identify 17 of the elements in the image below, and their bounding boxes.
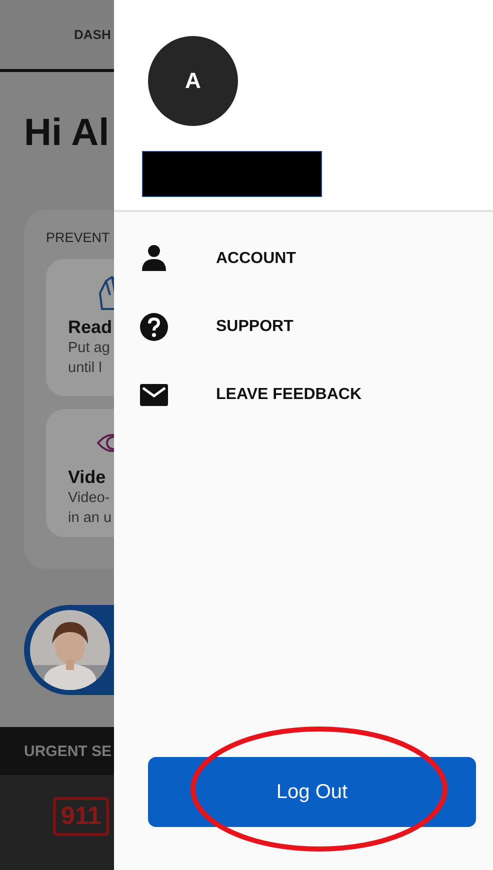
- logout-button[interactable]: Log Out: [148, 757, 476, 827]
- card-text: until l: [68, 359, 103, 378]
- card-title: Read: [68, 317, 114, 338]
- help-icon: [139, 312, 169, 342]
- menu-item[interactable]: LEAVE FEEDBACK: [114, 361, 493, 429]
- card-title: Vide: [68, 467, 107, 488]
- urgent-heading: URGENT SE: [24, 742, 112, 760]
- menu-item[interactable]: SUPPORT: [114, 293, 493, 361]
- tab[interactable]: DASH: [74, 27, 111, 42]
- card-text: Video-: [68, 489, 111, 508]
- avatar[interactable]: A: [148, 36, 238, 126]
- card-text: in an u: [68, 509, 113, 528]
- menu-item[interactable]: ACCOUNT: [114, 225, 493, 293]
- section-title: PREVENT: [46, 230, 111, 245]
- person-icon: [139, 244, 169, 274]
- greeting-heading: Hi Al: [24, 111, 110, 156]
- card-text: Put ag: [68, 339, 111, 358]
